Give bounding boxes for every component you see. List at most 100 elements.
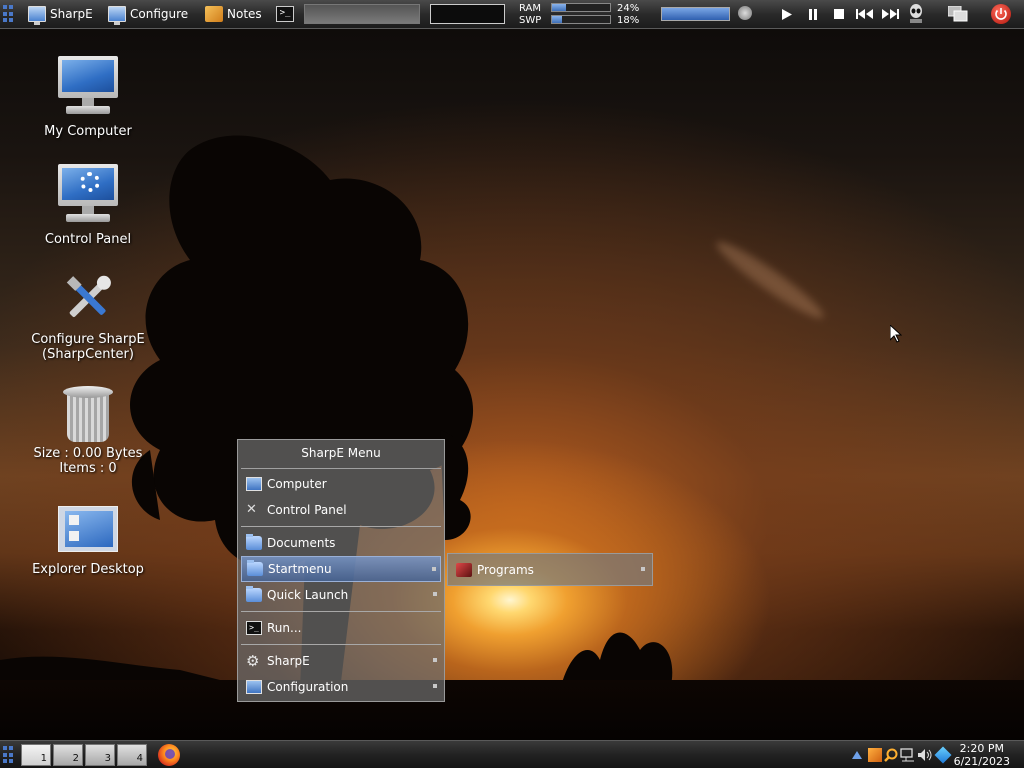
pause-button[interactable] [806, 7, 820, 21]
mouse-cursor-icon [890, 325, 902, 343]
ram-label: RAM [519, 3, 542, 14]
submenu-arrow-icon [432, 567, 436, 571]
folder-icon [247, 560, 263, 576]
clock-time: 2:20 PM [959, 742, 1004, 755]
menu-item-configuration[interactable]: Configuration [241, 674, 441, 700]
computer-icon [246, 477, 262, 491]
monitor-icon [108, 6, 126, 25]
alien-icon[interactable] [908, 4, 924, 24]
power-button[interactable] [991, 4, 1011, 24]
next-button[interactable] [881, 7, 899, 21]
media-player-icon[interactable] [738, 6, 752, 20]
menu-separator [241, 644, 441, 645]
swp-meter [551, 15, 611, 24]
terminal-icon: >_ [246, 621, 262, 635]
menu-item-label: Configuration [267, 680, 349, 694]
tray-expand-icon[interactable] [852, 751, 862, 759]
panel-grip-icon[interactable] [3, 5, 13, 23]
system-tray [852, 746, 952, 764]
wallpaper-tree [0, 135, 673, 691]
run-input[interactable] [430, 4, 505, 24]
control-panel-icon [56, 164, 120, 228]
firefox-icon[interactable] [158, 744, 180, 766]
play-button[interactable] [780, 7, 794, 21]
menu-item-label: Quick Launch [267, 588, 349, 602]
command-field[interactable] [304, 4, 420, 24]
configure-button[interactable]: Configure [108, 3, 188, 25]
menu-item-label: Startmenu [268, 562, 332, 576]
menu-title: SharpE Menu [241, 440, 441, 469]
submenu-arrow-icon [433, 684, 437, 688]
taskbar-clock[interactable]: 2:20 PM 6/21/2023 [954, 742, 1010, 768]
menu-item-quick-launch[interactable]: Quick Launch [241, 582, 441, 608]
desktop-icon-label-secondary: (SharpCenter) [42, 347, 134, 362]
sharpe-button[interactable]: SharpE [28, 3, 93, 25]
workspace-4[interactable]: 4 [117, 744, 147, 766]
previous-button[interactable] [856, 7, 874, 21]
menu-item-label: Documents [267, 536, 336, 550]
menu-item-startmenu[interactable]: Startmenu [241, 556, 441, 582]
programs-icon [456, 563, 472, 577]
startmenu-submenu: Programs [447, 553, 653, 586]
desktop-icon-explorer-desktop[interactable]: Explorer Desktop [28, 506, 148, 577]
menu-item-label: Programs [477, 563, 534, 577]
recycle-bin-size: Size : 0.00 Bytes [33, 446, 143, 461]
menu-item-programs[interactable]: Programs [451, 557, 649, 583]
terminal-button[interactable]: >_ [276, 3, 298, 25]
media-progress-bar[interactable] [661, 7, 730, 21]
recycle-bin-items: Items : 0 [59, 461, 117, 476]
desktop-icon-my-computer[interactable]: My Computer [28, 56, 148, 139]
tray-app-icon[interactable] [868, 748, 882, 762]
window-switcher-icon[interactable] [947, 5, 968, 22]
desktop-icon-configure-sharpe[interactable]: Configure SharpE (SharpCenter) [28, 268, 148, 362]
submenu-arrow-icon [433, 592, 437, 596]
previous-icon [856, 9, 873, 19]
workspace-3[interactable]: 3 [85, 744, 115, 766]
taskbar-grip-icon[interactable] [3, 746, 13, 764]
desktop-icon-recycle-bin[interactable]: Size : 0.00 Bytes Items : 0 [28, 386, 148, 476]
menu-item-label: Control Panel [267, 503, 347, 517]
workspace-2[interactable]: 2 [53, 744, 83, 766]
menu-item-label: Computer [267, 477, 327, 491]
desktop-icon-label: My Computer [44, 124, 132, 139]
notes-button[interactable]: Notes [205, 3, 262, 25]
menu-item-label: Run... [267, 621, 302, 635]
desktop-icon-label: Configure SharpE [31, 332, 145, 347]
explorer-desktop-icon [58, 506, 118, 552]
stop-button[interactable] [832, 7, 846, 21]
tools-icon: ✕ [246, 502, 257, 517]
desktop-icon-label: Control Panel [44, 232, 132, 247]
desktop-icon-control-panel[interactable]: Control Panel [28, 164, 148, 247]
wallpaper-ground [0, 680, 1024, 740]
search-icon[interactable] [884, 748, 898, 762]
monitor-icon [28, 6, 46, 25]
terminal-icon: >_ [276, 6, 294, 22]
ram-meter-fill [552, 4, 566, 11]
network-icon[interactable] [900, 748, 916, 762]
swp-label: SWP [519, 15, 542, 26]
menu-separator [241, 611, 441, 612]
monitor-icon [246, 680, 262, 694]
pause-icon [809, 8, 817, 20]
tools-icon [58, 268, 118, 328]
menu-item-documents[interactable]: Documents [241, 530, 441, 556]
menu-separator [241, 526, 441, 527]
workspace-1[interactable]: 1 [21, 744, 51, 766]
clock-date: 6/21/2023 [953, 755, 1010, 768]
play-icon [782, 8, 792, 20]
ram-value: 24% [617, 3, 640, 14]
menu-item-computer[interactable]: Computer [241, 471, 441, 497]
menu-item-label: SharpE [267, 654, 310, 668]
menu-item-run[interactable]: >_ Run... [241, 615, 441, 641]
notes-icon [205, 6, 223, 22]
menu-item-control-panel[interactable]: ✕ Control Panel [241, 497, 441, 523]
swp-meter-fill [552, 16, 563, 23]
stop-icon [834, 9, 844, 19]
volume-icon[interactable] [917, 748, 933, 762]
tray-status-icon[interactable] [934, 746, 952, 764]
folder-icon [246, 534, 262, 550]
folder-icon [246, 586, 262, 602]
configure-button-label: Configure [130, 7, 189, 21]
ram-meter [551, 3, 611, 12]
menu-item-sharpe[interactable]: ⚙ SharpE [241, 648, 441, 674]
